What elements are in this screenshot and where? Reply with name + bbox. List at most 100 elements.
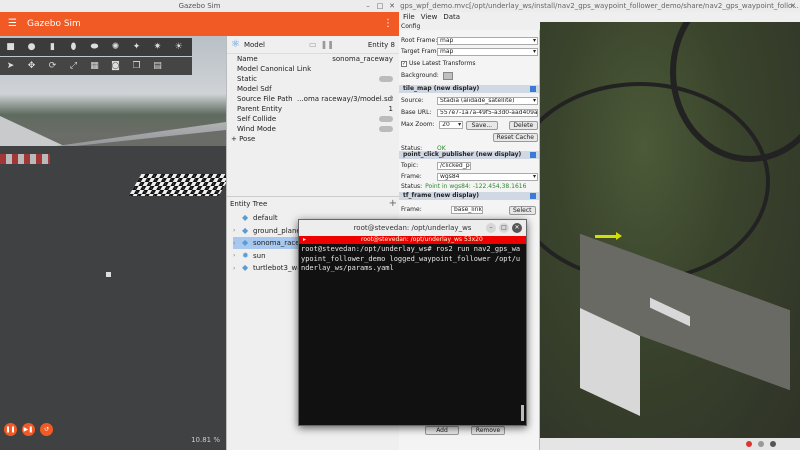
sphere-shape-icon[interactable]: ●: [21, 38, 42, 56]
select-button[interactable]: Select: [509, 205, 536, 215]
directional-light-icon[interactable]: ✷: [147, 38, 168, 56]
add-display-button[interactable]: Add: [425, 426, 459, 435]
step-icon[interactable]: ▶❚: [22, 423, 35, 436]
terminal-tab-marker-icon: ▸: [303, 236, 307, 243]
reset-cache-button[interactable]: Reset Cache: [492, 132, 538, 142]
terminal-tab-text: root@stevedan: /opt/underlay_ws 53x20: [361, 236, 483, 243]
property-key: Name: [237, 55, 258, 63]
checkered-finish-line: [128, 174, 226, 196]
property-toggle[interactable]: [379, 126, 393, 132]
curb-stripe: [0, 154, 50, 164]
spot-light-icon[interactable]: ✦: [126, 38, 147, 56]
menu-view[interactable]: View: [421, 12, 438, 22]
maximize-icon[interactable]: □: [376, 2, 384, 10]
select-cursor-icon[interactable]: ➤: [0, 57, 21, 75]
box-shape-icon[interactable]: ■: [0, 38, 21, 56]
translate-icon[interactable]: ✥: [21, 57, 42, 75]
pose-expander[interactable]: + Pose: [227, 134, 399, 144]
point-click-header[interactable]: point_click_publisher (new display): [399, 151, 539, 159]
rotate-icon[interactable]: ⟳: [42, 57, 63, 75]
screenshot-camera-icon[interactable]: ◙: [105, 57, 126, 75]
tf-frame-enabled-checkbox[interactable]: [530, 193, 536, 199]
terminal-output[interactable]: root@stevedan:/opt/underlay_ws# ros2 run…: [299, 244, 526, 275]
snap-icon[interactable]: ⤢: [63, 57, 84, 75]
save-button[interactable]: Save...: [466, 120, 498, 130]
component-title: Model: [243, 40, 265, 49]
expand-chevron-icon[interactable]: ›: [233, 240, 239, 247]
lock-icon[interactable]: ▭: [309, 40, 317, 49]
terminal-close-icon[interactable]: ✕: [512, 223, 522, 233]
menu-data[interactable]: Data: [443, 12, 460, 22]
background-color-swatch[interactable]: [443, 72, 453, 80]
terminal-minimize-icon[interactable]: –: [486, 223, 496, 233]
simulation-controls: ❚❚ ▶❚ ↺: [4, 423, 53, 436]
shapes-toolbar: ■ ● ▮ ⬮ ⬬ ✺ ✦ ✷ ☀: [0, 38, 192, 56]
tf-frame-row: Frame: base_link Select: [401, 205, 538, 215]
property-toggle[interactable]: [379, 116, 393, 122]
max-zoom-spinbox[interactable]: 20: [439, 121, 464, 129]
capsule-shape-icon[interactable]: ⬮: [63, 38, 84, 56]
menu-file[interactable]: File: [403, 12, 415, 22]
point-frame-combo[interactable]: wgs84: [437, 173, 538, 181]
tile-map-title: tile_map (new display): [403, 85, 480, 92]
sun-light-icon[interactable]: ☀: [168, 38, 189, 56]
tile-map-header[interactable]: tile_map (new display): [399, 85, 539, 93]
pause-icon[interactable]: ❚❚: [4, 423, 17, 436]
max-zoom-row: Max Zoom: 20 Save... Delete: [401, 120, 539, 130]
background-label: Background:: [401, 72, 439, 79]
tf-frame-header[interactable]: tf_frame (new display): [399, 192, 539, 200]
hamburger-menu-icon[interactable]: ☰: [8, 18, 18, 30]
add-entity-icon[interactable]: +: [389, 198, 397, 209]
property-key: Static: [237, 75, 258, 83]
expand-chevron-icon[interactable]: ›: [233, 227, 239, 234]
tf-frame-title: tf_frame (new display): [403, 192, 480, 199]
rviz-window-title: gps_wpf_demo.mvc[/opt/underlay_ws/instal…: [400, 2, 799, 10]
point-click-enabled-checkbox[interactable]: [530, 152, 536, 158]
pause-inspector-icon[interactable]: ❚❚: [321, 40, 334, 49]
property-key: Self Collide: [237, 115, 277, 123]
copy-icon[interactable]: ❐: [126, 57, 147, 75]
property-key: Source File Path: [237, 95, 293, 103]
property-row: Static: [227, 74, 399, 84]
expand-chevron-icon[interactable]: ›: [233, 265, 239, 272]
minimize-icon[interactable]: –: [364, 2, 372, 10]
property-key: Model Canonical Link: [237, 65, 312, 73]
base-url-field[interactable]: 557e7-1a7a-49f5-a3d0-aad409a11f33: [437, 109, 538, 117]
terminal-maximize-icon[interactable]: □: [499, 223, 509, 233]
point-click-title: point_click_publisher (new display): [403, 151, 522, 158]
latest-tf-checkbox[interactable]: ✓: [401, 61, 407, 67]
paste-icon[interactable]: ▤: [147, 57, 168, 75]
root-frame-label: Root Frame:: [401, 37, 438, 44]
tf-frame-label: Frame:: [401, 206, 422, 213]
tile-map-enabled-checkbox[interactable]: [530, 86, 536, 92]
grid-icon[interactable]: ▦: [84, 57, 105, 75]
target-frame-combo[interactable]: map: [437, 48, 538, 56]
property-toggle[interactable]: [379, 76, 393, 82]
ellipsoid-shape-icon[interactable]: ⬬: [84, 38, 105, 56]
rviz-close-icon[interactable]: ✕: [789, 2, 797, 10]
tf-frame-field[interactable]: base_link: [451, 206, 483, 214]
tile-source-combo[interactable]: Stadia (alidade_satellite): [437, 97, 538, 105]
satellite-map-view[interactable]: [540, 22, 800, 438]
cylinder-shape-icon[interactable]: ▮: [42, 38, 63, 56]
root-frame-combo[interactable]: map: [437, 37, 538, 45]
expand-chevron-icon[interactable]: ›: [233, 252, 239, 259]
topic-field[interactable]: /clicked_point: [437, 162, 471, 170]
model-icon: ⚛: [231, 39, 240, 50]
entity-tree-label: sun: [253, 251, 266, 260]
terminal-scrollbar[interactable]: [521, 405, 524, 421]
rviz-titlebar: gps_wpf_demo.mvc[/opt/underlay_ws/instal…: [399, 0, 800, 12]
reset-icon[interactable]: ↺: [40, 423, 53, 436]
latest-tf-row: ✓ Use Latest Transforms: [401, 59, 538, 69]
close-icon[interactable]: ✕: [388, 2, 396, 10]
3d-scene-viewport[interactable]: 10.81 %: [0, 36, 226, 450]
tile-source-row: Source: Stadia (alidade_satellite): [401, 96, 538, 106]
point-light-icon[interactable]: ✺: [105, 38, 126, 56]
more-options-icon[interactable]: ⋮: [383, 18, 393, 30]
transform-toolbar: ➤ ✥ ⟳ ⤢ ▦ ◙ ❐ ▤: [0, 57, 192, 75]
terminal-window[interactable]: root@stevedan: /opt/underlay_ws – □ ✕ ▸ …: [298, 219, 527, 426]
base-url-row: Base URL: 557e7-1a7a-49f5-a3d0-aad409a11…: [401, 108, 538, 118]
delete-button[interactable]: Delete: [508, 120, 539, 130]
remove-display-button[interactable]: Remove: [471, 426, 505, 435]
settings-indicator-icon[interactable]: [770, 441, 776, 447]
